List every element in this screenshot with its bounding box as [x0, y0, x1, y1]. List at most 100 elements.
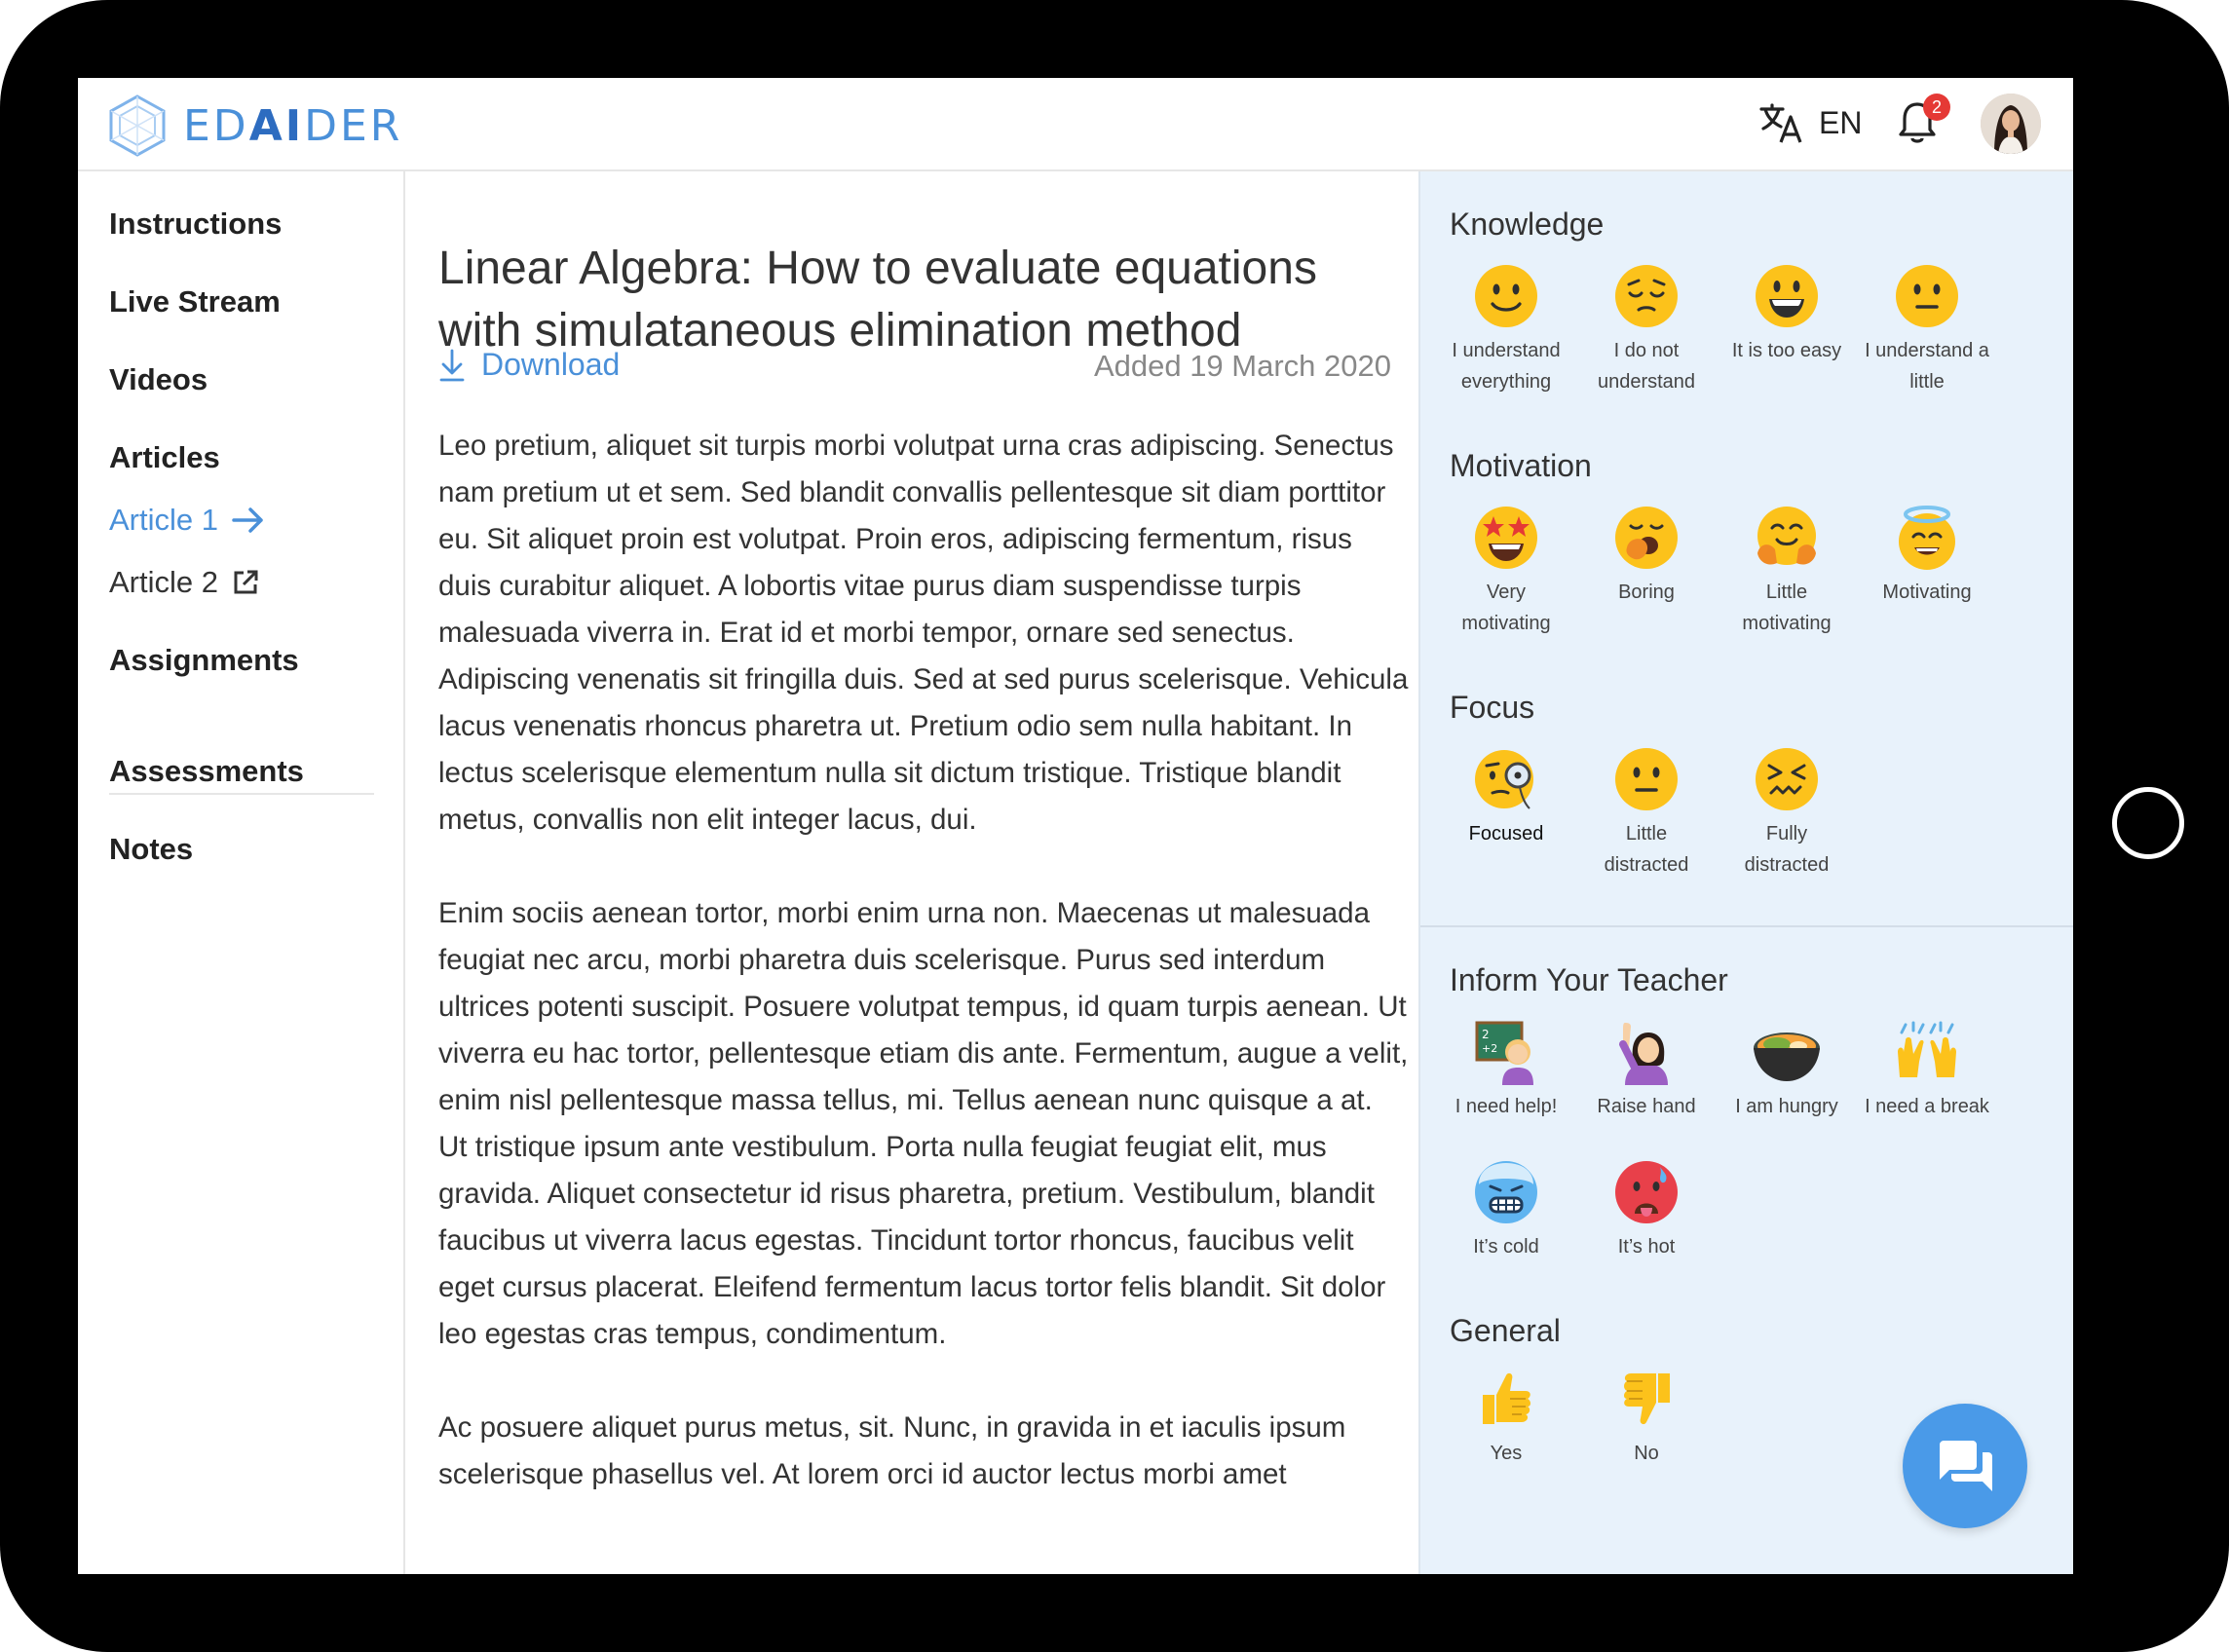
neutral-face-icon [1615, 748, 1678, 810]
download-label: Download [481, 347, 621, 382]
emoji-label: Little motivating [1742, 582, 1832, 634]
emoji-motivating[interactable]: Motivating [1857, 505, 1997, 608]
teacher-icon: 2 +2 [1475, 1021, 1533, 1085]
article-content: Linear Algebra: How to evaluate equation… [405, 171, 1418, 1574]
logo[interactable]: EDAIDER [107, 94, 402, 158]
food-bowl-icon [1754, 1032, 1820, 1081]
emoji-do-not-understand[interactable]: I do not understand [1576, 263, 1717, 397]
svg-text:2: 2 [1482, 1028, 1490, 1041]
article-title: Linear Algebra: How to evaluate equation… [438, 243, 1317, 357]
added-date: Added 19 March 2020 [1093, 349, 1391, 383]
emoji-label: No [1634, 1443, 1659, 1464]
emoji-label: I am hungry [1735, 1096, 1838, 1117]
halo-icon [1899, 506, 1955, 570]
article-paragraph: Ac posuere aliquet purus metus, sit. Nun… [438, 1411, 1346, 1490]
emoji-label: It is too easy [1731, 340, 1842, 361]
thumbs-up-icon [1483, 1372, 1530, 1424]
user-photo-icon [1981, 94, 2041, 154]
feedback-panel: Knowledge I understand everything I do no… [1418, 171, 2073, 1574]
home-button[interactable] [2112, 787, 2184, 859]
emoji-label: Little distracted [1604, 823, 1689, 876]
sidebar-item-videos[interactable]: Videos [109, 362, 208, 397]
inform-hungry[interactable]: I am hungry [1717, 1019, 1857, 1122]
emoji-label: I understand a little [1865, 340, 1989, 393]
emoji-boring[interactable]: Boring [1576, 505, 1717, 608]
pensive-icon [1615, 265, 1678, 327]
emoji-label: It’s hot [1617, 1236, 1676, 1258]
emoji-fully-distracted[interactable]: Fully distracted [1717, 746, 1857, 881]
emoji-understand-everything[interactable]: I understand everything [1436, 263, 1576, 397]
emoji-label: Raise hand [1597, 1096, 1696, 1117]
sidebar-divider [109, 793, 374, 795]
external-link-icon [234, 570, 258, 594]
emoji-label: I need help! [1455, 1096, 1558, 1117]
inform-raise-hand[interactable]: Raise hand [1576, 1019, 1717, 1122]
article-paragraph: Leo pretium, aliquet sit turpis morbi vo… [438, 430, 1409, 836]
article-body: Leo pretium, aliquet sit turpis morbi vo… [438, 423, 1409, 1545]
translate-icon[interactable] [1757, 99, 1804, 146]
star-eyes-icon [1475, 507, 1537, 569]
hug-icon [1757, 507, 1816, 565]
general-no[interactable]: No [1576, 1366, 1717, 1469]
sidebar-item-articles[interactable]: Articles [109, 440, 220, 475]
emoji-label: It’s cold [1473, 1236, 1539, 1258]
emoji-label: Fully distracted [1744, 823, 1830, 876]
emoji-label: Very motivating [1461, 582, 1551, 634]
inform-need-help[interactable]: 2 +2 I need help! [1436, 1019, 1576, 1122]
general-yes[interactable]: Yes [1436, 1366, 1576, 1469]
chat-fab-button[interactable] [1903, 1404, 2027, 1528]
confounded-icon [1756, 748, 1818, 810]
notification-badge: 2 [1923, 94, 1950, 121]
language-label[interactable]: EN [1819, 105, 1862, 141]
emoji-label: I understand everything [1452, 340, 1561, 393]
download-button[interactable]: Download [438, 347, 620, 383]
sidebar-item-article-1[interactable]: Article 1 [109, 503, 265, 538]
app-screen: EDAIDER EN 2 Instructions Live Stream Vi… [78, 78, 2073, 1574]
sidebar-item-assignments[interactable]: Assignments [109, 643, 299, 678]
emoji-label: I do not understand [1597, 340, 1696, 393]
focus-title: Focus [1450, 690, 1535, 725]
inform-hot[interactable]: It’s hot [1576, 1159, 1717, 1262]
hexagon-logo-icon [109, 94, 166, 157]
emoji-label: Motivating [1882, 582, 1972, 603]
motivation-title: Motivation [1450, 448, 1592, 483]
sidebar-item-instructions[interactable]: Instructions [109, 206, 282, 242]
emoji-label: Yes [1490, 1443, 1523, 1464]
sidebar-item-article-2[interactable]: Article 2 [109, 565, 259, 600]
emoji-little-motivating[interactable]: Little motivating [1717, 505, 1857, 639]
article-2-label: Article 2 [109, 565, 218, 599]
tablet-frame: EDAIDER EN 2 Instructions Live Stream Vi… [0, 0, 2229, 1652]
emoji-very-motivating[interactable]: Very motivating [1436, 505, 1576, 639]
grin-icon [1756, 265, 1818, 327]
emoji-understand-little[interactable]: I understand a little [1857, 263, 1997, 397]
sidebar-item-live-stream[interactable]: Live Stream [109, 284, 281, 319]
download-icon [439, 349, 465, 381]
svg-text:+2: +2 [1482, 1042, 1497, 1055]
sidebar-item-assessments[interactable]: Assessments [109, 754, 304, 789]
inform-cold[interactable]: It’s cold [1436, 1159, 1576, 1262]
sidebar: Instructions Live Stream Videos Articles… [78, 171, 405, 1574]
smile-icon [1475, 265, 1537, 327]
panel-divider [1420, 925, 2073, 927]
knowledge-title: Knowledge [1450, 206, 1605, 242]
top-bar: EDAIDER EN 2 [78, 78, 2073, 171]
neutral-face-icon [1896, 265, 1958, 327]
emoji-too-easy[interactable]: It is too easy [1717, 263, 1857, 366]
hot-face-icon [1615, 1161, 1678, 1223]
article-1-label: Article 1 [109, 503, 218, 537]
emoji-label: Boring [1618, 582, 1675, 603]
chat-icon [1940, 1441, 1992, 1491]
emoji-label: Focused [1468, 823, 1544, 845]
sidebar-item-notes[interactable]: Notes [109, 832, 193, 867]
emoji-focused[interactable]: Focused [1436, 746, 1576, 849]
avatar[interactable] [1981, 94, 2041, 154]
inform-need-break[interactable]: I need a break [1857, 1019, 1997, 1122]
arrow-right-icon [232, 507, 263, 533]
emoji-little-distracted[interactable]: Little distracted [1576, 746, 1717, 881]
logo-text: EDAIDER [183, 100, 403, 151]
article-paragraph: Enim sociis aenean tortor, morbi enim ur… [438, 897, 1409, 1350]
general-title: General [1450, 1313, 1561, 1348]
thumbs-down-icon [1624, 1373, 1670, 1425]
yawn-icon [1615, 507, 1678, 569]
raised-hands-icon [1898, 1021, 1956, 1077]
